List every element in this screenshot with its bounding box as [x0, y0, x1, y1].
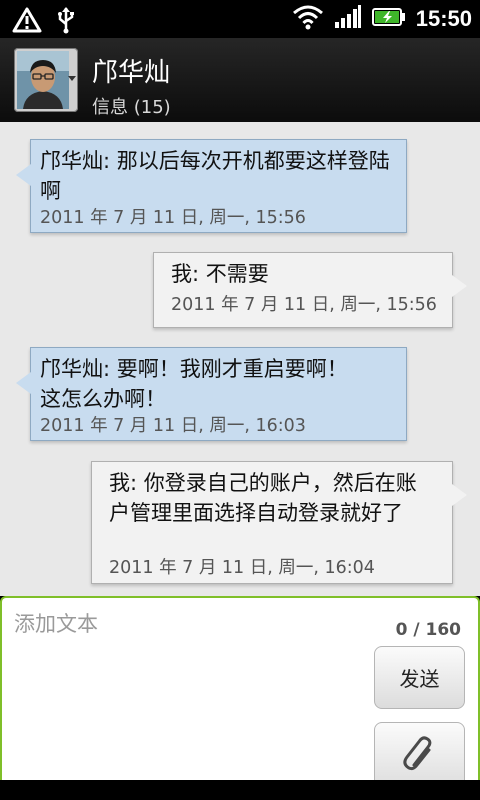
- character-counter: 0 / 160: [395, 620, 461, 640]
- message-text: 我: 不需要: [171, 262, 269, 286]
- bubble-tail: [452, 484, 467, 506]
- status-bar: 15:50: [0, 0, 480, 38]
- signal-icon: [334, 4, 362, 34]
- chevron-down-icon: [68, 76, 76, 81]
- message-bubble-outgoing[interactable]: 我: 你登录自己的账户，然后在账户管理里面选择自动登录就好了 2011 年 7 …: [91, 461, 467, 584]
- message-timestamp: 2011 年 7 月 11 日, 周一, 15:56: [171, 295, 437, 315]
- paperclip-icon: [400, 735, 440, 779]
- usb-icon: [56, 6, 76, 38]
- bubble-tail: [16, 164, 31, 186]
- message-bubble-incoming[interactable]: 邝华灿: 那以后每次开机都要这样登陆啊 2011 年 7 月 11 日, 周一,…: [16, 139, 407, 233]
- message-bubble-incoming[interactable]: 邝华灿: 要啊！我刚才重启要啊！这怎么办啊！ 2011 年 7 月 11 日, …: [16, 347, 407, 441]
- wifi-icon: [292, 4, 324, 34]
- send-button[interactable]: 发送: [374, 646, 465, 709]
- message-text: 我: 你登录自己的账户，然后在账户管理里面选择自动登录就好了: [109, 471, 417, 525]
- contact-name: 邝华灿: [92, 58, 171, 88]
- conversation-header: 邝华灿 信息 (15): [0, 38, 480, 122]
- message-input[interactable]: [12, 606, 366, 770]
- compose-area: 0 / 160 发送: [0, 596, 480, 792]
- message-timestamp: 2011 年 7 月 11 日, 周一, 16:04: [109, 558, 375, 578]
- message-timestamp: 2011 年 7 月 11 日, 周一, 15:56: [40, 208, 306, 228]
- bottom-bar: [0, 780, 480, 800]
- message-bubble-outgoing[interactable]: 我: 不需要 2011 年 7 月 11 日, 周一, 15:56: [153, 252, 467, 328]
- bubble-tail: [452, 275, 467, 297]
- status-time: 15:50: [415, 6, 472, 31]
- message-timestamp: 2011 年 7 月 11 日, 周一, 16:03: [40, 416, 306, 436]
- battery-charging-icon: [371, 6, 406, 32]
- contact-avatar-button[interactable]: [14, 48, 78, 112]
- message-text: 邝华灿: 那以后每次开机都要这样登陆啊: [40, 149, 390, 203]
- message-text: 邝华灿: 要啊！我刚才重启要啊！这怎么办啊！: [40, 357, 348, 411]
- message-count: 信息 (15): [92, 97, 171, 118]
- alert-icon: [12, 7, 42, 37]
- avatar: [17, 51, 69, 109]
- message-list[interactable]: 邝华灿: 那以后每次开机都要这样登陆啊 2011 年 7 月 11 日, 周一,…: [0, 122, 480, 596]
- bubble-tail: [16, 372, 31, 394]
